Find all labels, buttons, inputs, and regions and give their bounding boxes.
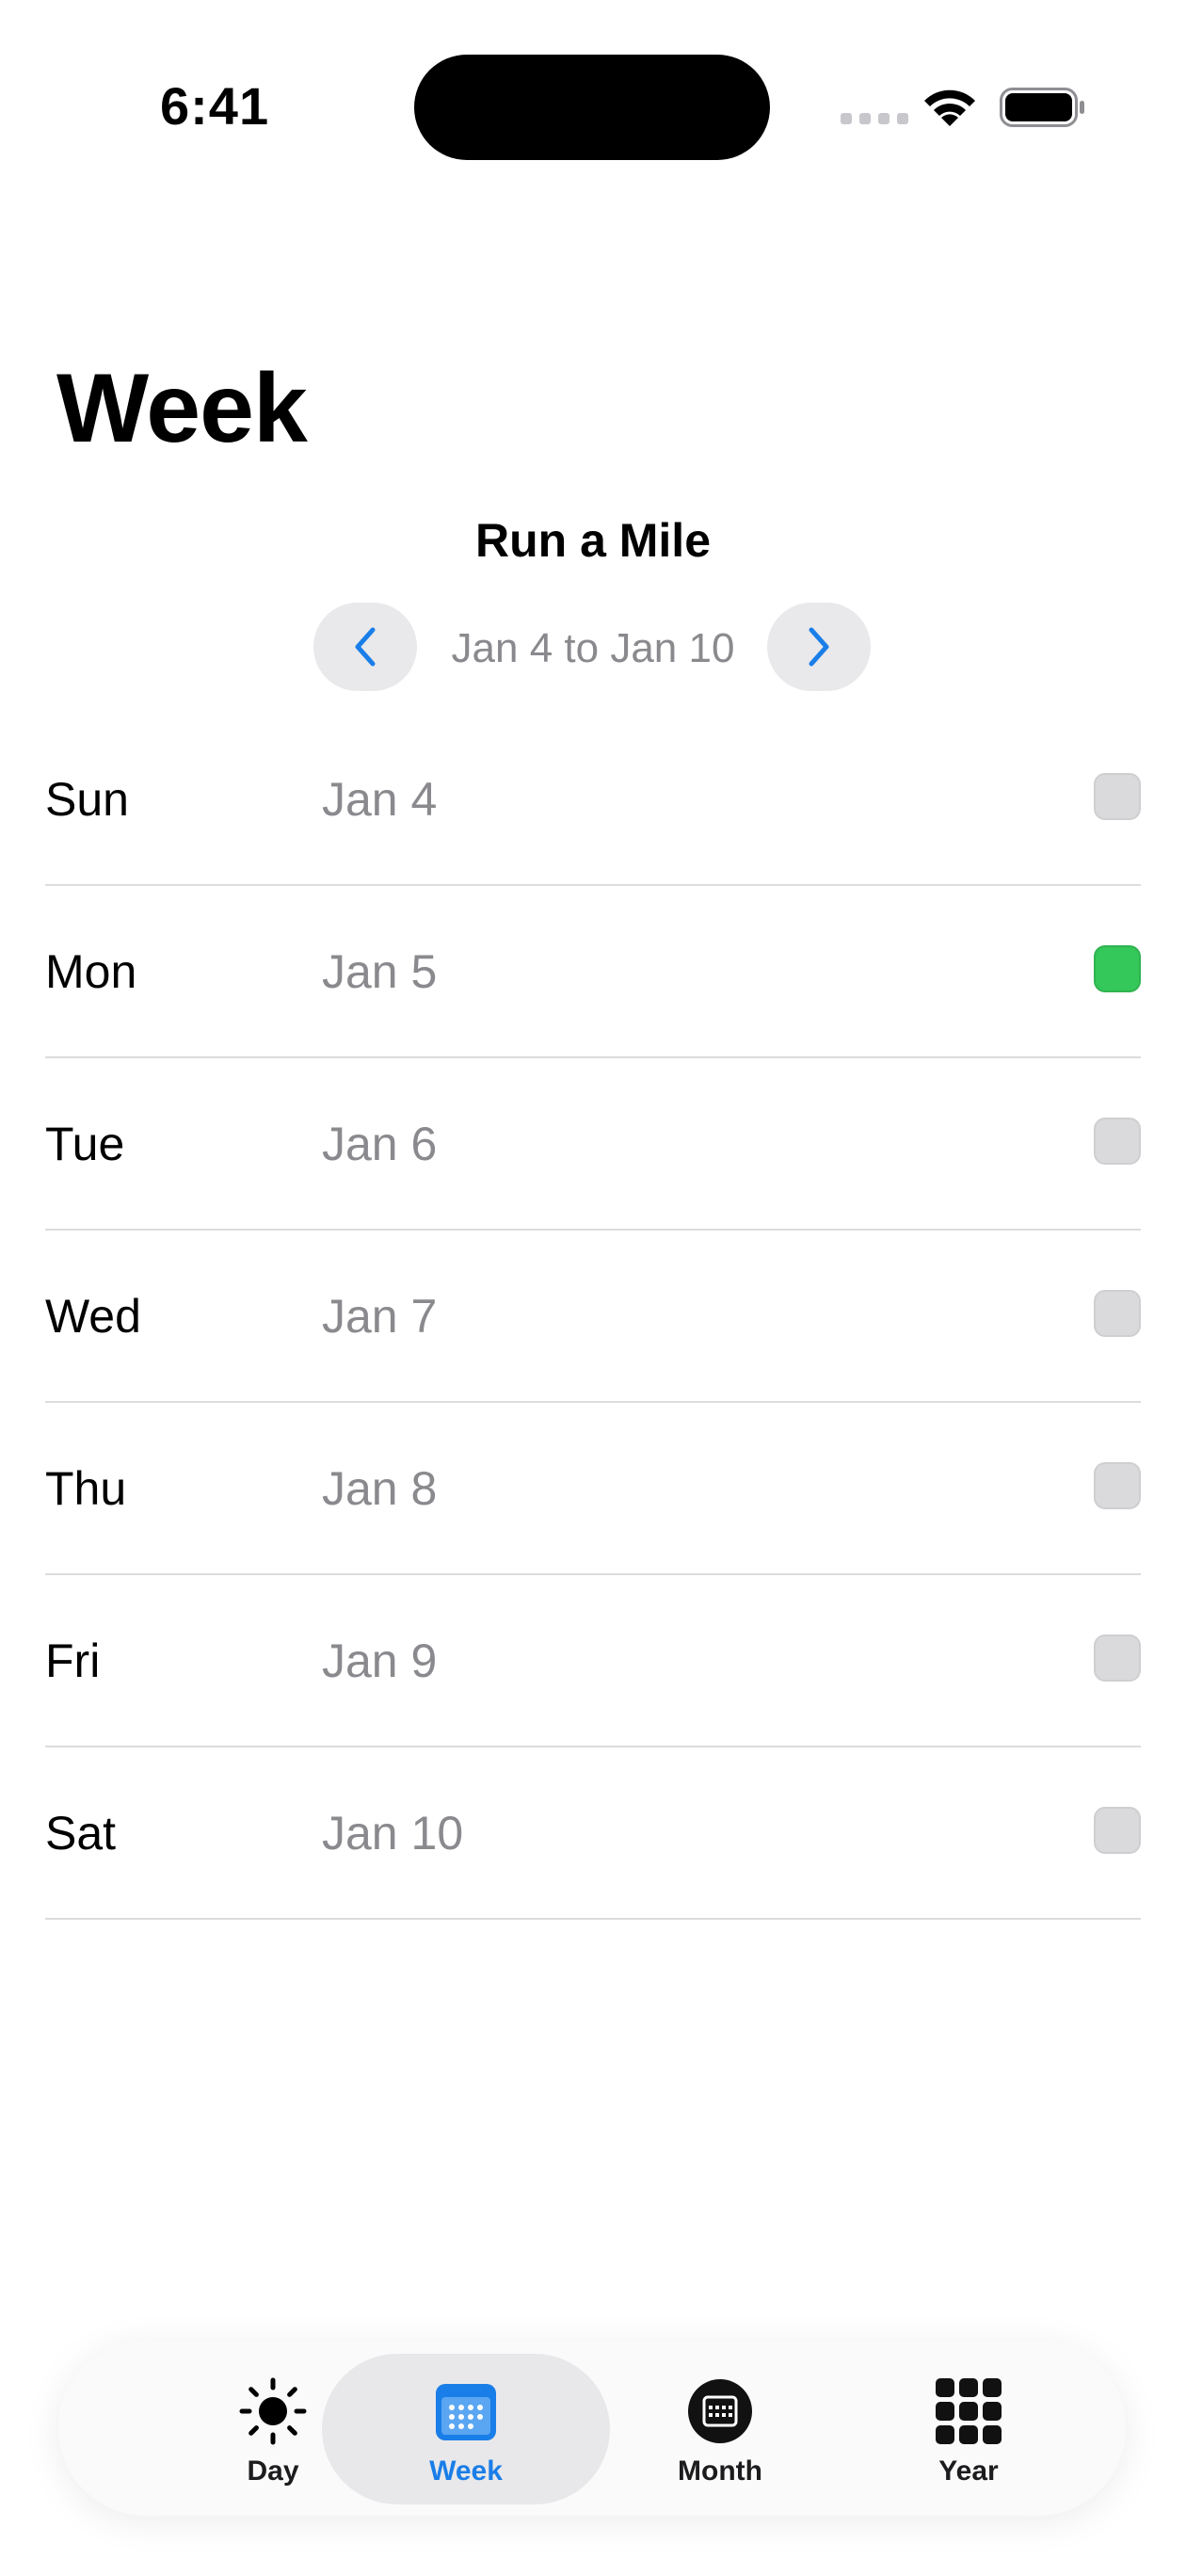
day-date: Jan 9 [322,1634,438,1687]
chevron-left-icon [355,627,376,667]
cellular-signal-icon [841,113,908,124]
status-bar: 6:41 [0,0,1186,188]
previous-week-button[interactable] [313,603,417,691]
tab-label: Week [429,2455,503,2487]
completion-checkbox[interactable] [1094,773,1141,820]
day-name: Thu [45,1462,127,1515]
day-date: Jan 5 [322,945,438,998]
completion-checkbox[interactable] [1094,1290,1141,1337]
battery-icon [1000,88,1084,127]
day-list: Sun Jan 4 Mon Jan 5 Tue Jan 6 Wed Jan 7 … [45,714,1141,1920]
day-row-wed: Wed Jan 7 [45,1231,1141,1403]
status-time: 6:41 [160,76,270,136]
tab-month[interactable]: Month [602,2341,838,2516]
tab-bar: Day Week Month Year [58,2341,1126,2516]
sun-icon [239,2377,307,2445]
completion-checkbox[interactable] [1094,1807,1141,1854]
tab-label: Month [678,2455,762,2487]
week-navigator: Jan 4 to Jan 10 [0,603,1186,693]
tab-year[interactable]: Year [851,2341,1086,2516]
next-week-button[interactable] [767,603,871,691]
completion-checkbox[interactable] [1094,945,1141,992]
day-row-sat: Sat Jan 10 [45,1747,1141,1920]
day-date: Jan 7 [322,1290,438,1343]
calendar-week-icon [436,2384,496,2440]
day-row-fri: Fri Jan 9 [45,1575,1141,1747]
day-date: Jan 4 [322,773,438,826]
day-row-sun: Sun Jan 4 [45,714,1141,886]
completion-checkbox[interactable] [1094,1462,1141,1509]
day-name: Wed [45,1290,141,1343]
dynamic-island [414,55,770,160]
tab-week[interactable]: Week [348,2341,584,2516]
day-row-thu: Thu Jan 8 [45,1403,1141,1575]
wifi-icon [924,89,975,126]
tab-label: Year [938,2455,999,2487]
day-name: Fri [45,1634,101,1687]
calendar-circle-icon [688,2379,752,2443]
day-name: Sun [45,773,129,826]
habit-name: Run a Mile [474,514,712,567]
page-title: Week [56,354,308,463]
day-row-mon: Mon Jan 5 [45,886,1141,1058]
day-row-tue: Tue Jan 6 [45,1058,1141,1231]
day-date: Jan 8 [322,1462,438,1515]
day-date: Jan 10 [322,1807,464,1860]
day-name: Mon [45,945,137,998]
day-date: Jan 6 [322,1118,438,1170]
completion-checkbox[interactable] [1094,1634,1141,1682]
grid-icon [936,2378,1002,2444]
chevron-right-icon [809,627,829,667]
week-range-label: Jan 4 to Jan 10 [451,625,735,671]
day-name: Tue [45,1118,125,1170]
completion-checkbox[interactable] [1094,1118,1141,1165]
day-name: Sat [45,1807,117,1860]
